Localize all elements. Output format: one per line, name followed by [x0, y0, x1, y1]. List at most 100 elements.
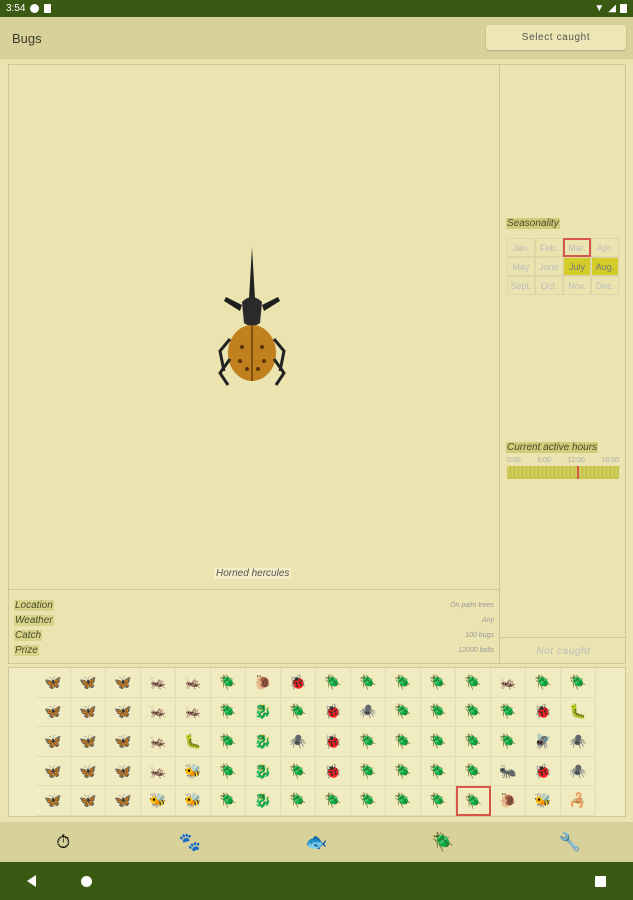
bug-grid-item[interactable]: 🪲 — [421, 727, 456, 757]
bug-grid-item[interactable]: 🪲 — [351, 727, 386, 757]
bug-grid-item[interactable]: 🦋 — [36, 697, 71, 728]
bug-grid-item[interactable]: 🐉 — [246, 756, 281, 787]
bug-grid-item[interactable]: 🐉 — [246, 786, 281, 816]
bug-grid-item[interactable]: 🐞 — [316, 727, 351, 757]
bug-grid-item[interactable]: 🦋 — [36, 756, 71, 787]
bug-grid-item[interactable]: 🪲 — [281, 697, 316, 728]
bug-grid-item[interactable]: 🦗 — [141, 727, 176, 757]
bug-grid-item[interactable]: 🪲 — [386, 668, 421, 698]
bug-grid-item[interactable]: 🐞 — [316, 756, 351, 787]
seasonality-heading: Seasonality — [506, 218, 560, 229]
bug-image-pane: Horned hercules — [9, 65, 500, 590]
bug-grid-item[interactable]: 🦗 — [176, 697, 211, 728]
bug-icon[interactable]: 🪲 — [430, 829, 456, 855]
villager-icon[interactable]: 🐾 — [177, 829, 203, 855]
bug-grid-item[interactable]: 🐝 — [176, 786, 211, 816]
bug-grid-item[interactable]: 🦗 — [141, 697, 176, 728]
bug-grid-item[interactable]: 🕷️ — [281, 727, 316, 757]
bug-grid-item[interactable]: 🐞 — [316, 697, 351, 728]
bug-grid-item[interactable]: 🪲 — [351, 668, 386, 698]
fish-icon[interactable]: 🐟 — [303, 829, 329, 855]
bug-grid-item[interactable]: 🪲 — [386, 697, 421, 728]
bug-grid-item[interactable]: 🦋 — [106, 727, 141, 757]
bug-grid-item[interactable]: 🦋 — [106, 786, 141, 816]
bug-grid-item[interactable]: 🐉 — [246, 727, 281, 757]
bug-grid-item[interactable]: 🪲 — [421, 786, 456, 816]
bug-grid-item[interactable]: 🪲 — [421, 756, 456, 787]
bug-grid-item[interactable]: 🦋 — [36, 727, 71, 757]
bug-grid-item[interactable]: 🦋 — [71, 786, 106, 816]
bug-grid-item[interactable]: 🐛 — [176, 727, 211, 757]
bug-grid-item[interactable]: 🪲 — [456, 697, 491, 728]
bug-grid-item[interactable]: 🐝 — [526, 786, 561, 816]
bug-grid-item[interactable]: 🦋 — [106, 668, 141, 698]
bug-grid-item[interactable]: 🪲 — [316, 668, 351, 698]
bug-grid-item[interactable]: 🦋 — [71, 756, 106, 787]
bug-grid-item[interactable]: 🦗 — [176, 668, 211, 698]
bug-grid-item[interactable]: 🪲 — [386, 727, 421, 757]
bug-grid-item[interactable]: 🪲 — [561, 668, 596, 698]
bug-grid-item[interactable]: 🪲 — [281, 786, 316, 816]
bug-grid-item[interactable]: 🕷️ — [351, 697, 386, 728]
bug-grid-item[interactable]: 🐝 — [176, 756, 211, 787]
timer-icon[interactable]: ⏱ — [50, 829, 76, 855]
bug-name-label: Horned hercules — [214, 568, 292, 579]
bug-grid-item[interactable]: 🪲 — [421, 668, 456, 698]
active-hours-timeline: 0:00 6:00 12:00 18:00 — [507, 457, 619, 479]
bug-grid-item[interactable]: 🪲 — [456, 756, 491, 787]
bug-grid-item[interactable]: 🪲 — [351, 786, 386, 816]
bug-grid-item[interactable]: 🐌 — [246, 668, 281, 698]
bug-icon-grid: 🦋 🦋 🦋 🦗 🦗 🪲 🐌 🐞 🪲 🪲 🪲 🪲 🪲 🦗 🪲 🪲 🦋 🦋 🦋 🦗 🦗 🪲 🐉 🪲 🐞 🕷️ 🪲 🪲 🪲 🪲 🐞 🐛 🦋 🦋 🦋 🦗 🐛 🪲 🐉… — [8, 667, 626, 817]
bug-grid-item[interactable]: 🦗 — [491, 668, 526, 698]
bug-grid-item[interactable]: 🐞 — [526, 756, 561, 787]
bug-grid-item[interactable]: 🪲 — [386, 756, 421, 787]
bug-grid-item[interactable]: 🪲 — [526, 668, 561, 698]
bug-grid-item[interactable]: 🪲 — [316, 786, 351, 816]
back-icon[interactable] — [27, 875, 36, 887]
bug-grid-item[interactable]: 🐉 — [246, 697, 281, 728]
bug-grid-item[interactable]: 🪲 — [491, 727, 526, 757]
bug-grid-item[interactable]: 🪲 — [456, 727, 491, 757]
bug-grid-item[interactable]: 🪲 — [211, 756, 246, 787]
bug-grid-item[interactable]: 🕷️ — [561, 756, 596, 787]
bug-grid-item[interactable]: 🪰 — [526, 727, 561, 757]
bug-grid-item[interactable]: 🐝 — [141, 786, 176, 816]
month-cell: Sept. — [507, 276, 535, 295]
bug-grid-item[interactable]: 🦗 — [141, 668, 176, 698]
bug-grid-item[interactable]: 🦋 — [106, 756, 141, 787]
caught-status[interactable]: Not caught — [500, 637, 627, 665]
home-icon[interactable] — [81, 875, 92, 887]
bug-grid-item[interactable]: 🪲 — [456, 786, 491, 816]
info-value: 12000 bells — [458, 647, 494, 654]
info-label: Location — [14, 600, 54, 611]
bug-grid-item[interactable]: 🪲 — [211, 668, 246, 698]
bug-grid-item[interactable]: 🦗 — [141, 756, 176, 787]
bug-grid-item[interactable]: 🪲 — [211, 786, 246, 816]
bug-grid-item[interactable]: 🦋 — [71, 697, 106, 728]
bug-grid-item[interactable]: 🦋 — [36, 668, 71, 698]
bug-grid-item[interactable]: 🪲 — [351, 756, 386, 787]
bug-grid-item[interactable]: 🪲 — [421, 697, 456, 728]
bug-grid-item[interactable]: 🦂 — [561, 786, 596, 816]
bug-grid-item[interactable]: 🦋 — [71, 727, 106, 757]
month-cell: Oct. — [535, 276, 563, 295]
bug-grid-item[interactable]: 🪲 — [211, 697, 246, 728]
bug-grid-item[interactable]: 🪲 — [456, 668, 491, 698]
app-bar: Bugs Select caught — [0, 17, 633, 59]
wrench-icon[interactable]: 🔧 — [557, 829, 583, 855]
bug-grid-item[interactable]: 🐛 — [561, 697, 596, 728]
bug-grid-item[interactable]: 🦋 — [36, 786, 71, 816]
bug-grid-item[interactable]: 🐞 — [526, 697, 561, 728]
select-caught-button[interactable]: Select caught — [486, 25, 626, 50]
bug-grid-item[interactable]: 🪲 — [386, 786, 421, 816]
bug-grid-item[interactable]: 🐌 — [491, 786, 526, 816]
bug-grid-item[interactable]: 🦋 — [106, 697, 141, 728]
bug-grid-item[interactable]: 🪲 — [281, 756, 316, 787]
bug-grid-item[interactable]: 🕷️ — [561, 727, 596, 757]
recents-icon[interactable] — [595, 875, 606, 887]
bug-grid-item[interactable]: 🐞 — [281, 668, 316, 698]
bug-grid-item[interactable]: 🪲 — [491, 697, 526, 728]
bug-grid-item[interactable]: 🐜 — [491, 756, 526, 787]
bug-grid-item[interactable]: 🦋 — [71, 668, 106, 698]
bug-grid-item[interactable]: 🪲 — [211, 727, 246, 757]
